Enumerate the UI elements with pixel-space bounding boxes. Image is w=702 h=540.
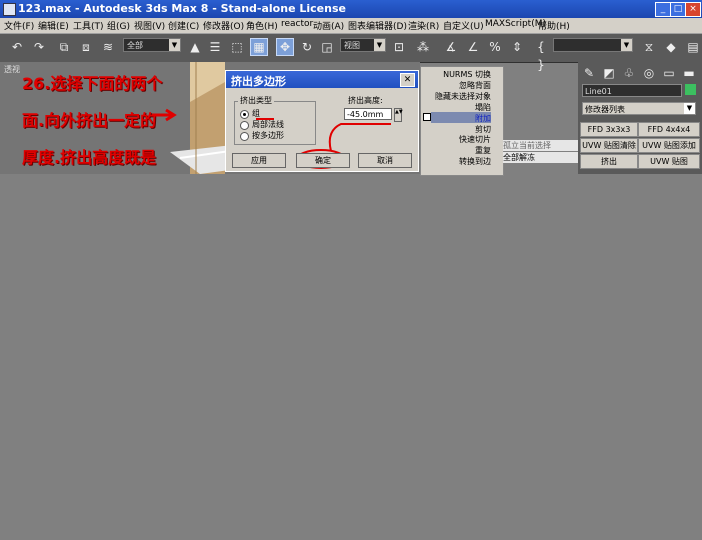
menu-edit[interactable]: 编辑(E) — [38, 19, 69, 32]
menu-animation[interactable]: 动画(A) — [313, 19, 344, 32]
modifier-list-dropdown[interactable]: 修改器列表 ▼ — [582, 102, 696, 115]
maximize-button[interactable]: □ — [670, 2, 686, 17]
ffd-4x4x4-button[interactable]: FFD 4x4x4 — [638, 122, 700, 137]
menu-help[interactable]: 帮助(H) — [538, 19, 570, 32]
menu-graph-editors[interactable]: 图表编辑器(D) — [348, 19, 407, 32]
unfreeze-all-button[interactable]: 全部解冻 — [503, 152, 578, 163]
modifier-list-value: 修改器列表 — [585, 105, 625, 114]
uvw-map-clear-button[interactable]: UVW 贴图清除 — [580, 138, 638, 153]
window-crossing-icon[interactable]: ▦ — [250, 38, 268, 56]
snap-toggle-icon[interactable]: ∡ — [442, 38, 460, 56]
title-bar: 123.max - Autodesk 3ds Max 8 - Stand-alo… — [0, 0, 702, 18]
isolate-selection-button[interactable]: 孤立当前选择 — [503, 140, 578, 151]
menu-character[interactable]: 角色(H) — [246, 19, 278, 32]
ignore-backfacing-checkbox[interactable]: 忽略背面 — [459, 80, 491, 91]
tutorial-text-line-1: 26.选择下面的两个 — [22, 74, 163, 93]
modify-tab-icon[interactable]: ◩ — [600, 64, 618, 82]
extrude-button[interactable]: 挤出 — [580, 154, 638, 169]
hierarchy-tab-icon[interactable]: ♧ — [620, 64, 638, 82]
menu-customize[interactable]: 自定义(U) — [443, 19, 484, 32]
menu-file[interactable]: 文件(F) — [4, 19, 34, 32]
selection-filter-value: 全部 — [127, 41, 143, 50]
repeat-button[interactable]: 重复 — [475, 145, 491, 156]
ref-coord-dropdown[interactable]: 视图 ▼ — [340, 38, 386, 52]
ok-button[interactable]: 确定 — [296, 153, 350, 168]
attach-button[interactable]: 附加 — [475, 113, 491, 124]
percent-snap-icon[interactable]: % — [486, 38, 504, 56]
quickslice-button[interactable]: 快速切片 — [459, 134, 491, 145]
spinner-snap-icon[interactable]: ⇕ — [508, 38, 526, 56]
unlink-icon[interactable]: ⧈ — [77, 38, 95, 56]
window-title: 123.max - Autodesk 3ds Max 8 - Stand-alo… — [18, 2, 346, 15]
utilities-tab-icon[interactable]: ▬ — [680, 64, 698, 82]
align-icon[interactable]: ◆ — [662, 38, 680, 56]
select-manipulate-icon[interactable]: ⁂ — [414, 38, 432, 56]
selection-filter-dropdown[interactable]: 全部 ▼ — [123, 38, 181, 52]
app-icon[interactable] — [3, 3, 16, 16]
redo-icon[interactable]: ↷ — [30, 38, 48, 56]
object-name-field[interactable]: Line01 — [582, 84, 682, 97]
undo-icon[interactable]: ↶ — [8, 38, 26, 56]
menu-rendering[interactable]: 渲染(R) — [408, 19, 439, 32]
extrude-polygons-dialog: 挤出多边形 ✕ 挤出类型 组 局部法线 按多边形 挤出高度: -45.0mm ▲… — [225, 70, 419, 172]
convert-to-edge-button[interactable]: 转换到边 — [459, 156, 491, 167]
arrow-icon — [152, 108, 177, 122]
nurms-toggle-button[interactable]: NURMS 切换 — [443, 69, 491, 80]
menu-reactor[interactable]: reactor — [281, 19, 313, 29]
cancel-button[interactable]: 取消 — [358, 153, 412, 168]
edit-geometry-rollout: NURMS 切换 忽略背面 隐藏未选择对象 塌陷 附加 剪切 快速切片 重复 转… — [420, 66, 504, 176]
mirror-icon[interactable]: ⧖ — [640, 38, 658, 56]
chevron-down-icon: ▼ — [169, 39, 180, 51]
layer-manager-icon[interactable]: ▤ — [684, 38, 702, 56]
menu-create[interactable]: 创建(C) — [168, 19, 199, 32]
ffd-3x3x3-button[interactable]: FFD 3x3x3 — [580, 122, 638, 137]
motion-tab-icon[interactable]: ◎ — [640, 64, 658, 82]
menu-views[interactable]: 视图(V) — [134, 19, 165, 32]
tutorial-text-line-2: 面.向外挤出一定的 — [22, 111, 157, 130]
uvw-map-button[interactable]: UVW 贴图 — [638, 154, 700, 169]
select-object-icon[interactable]: ▲ — [186, 38, 204, 56]
menu-modifiers[interactable]: 修改器(O) — [203, 19, 244, 32]
move-icon[interactable]: ✥ — [276, 38, 294, 56]
uvw-map-add-button[interactable]: UVW 贴图添加 — [638, 138, 700, 153]
menu-tools[interactable]: 工具(T) — [73, 19, 104, 32]
hide-unselected-button[interactable]: 隐藏未选择对象 — [435, 91, 491, 102]
settings-box-icon[interactable] — [423, 113, 431, 121]
menu-maxscript[interactable]: MAXScript(M) — [485, 19, 546, 29]
close-button[interactable]: × — [685, 2, 701, 17]
object-color-swatch[interactable] — [685, 84, 696, 95]
menu-group[interactable]: 组(G) — [107, 19, 130, 32]
bind-space-warp-icon[interactable]: ≋ — [99, 38, 117, 56]
menu-bar: 文件(F) 编辑(E) 工具(T) 组(G) 视图(V) 创建(C) 修改器(O… — [0, 18, 702, 34]
link-icon[interactable]: ⧉ — [55, 38, 73, 56]
main-toolbar: ↶ ↷ ⧉ ⧈ ≋ 全部 ▼ ▲ ☰ ⬚ ▦ ✥ ↻ ◲ 视图 ▼ ⊡ ⁂ ∡ ∠ … — [0, 34, 702, 72]
minimize-button[interactable]: _ — [655, 2, 671, 17]
command-panel: ✎ ◩ ♧ ◎ ▭ ▬ Line01 修改器列表 ▼ FFD 3x3x3 FFD … — [578, 62, 702, 174]
angle-snap-icon[interactable]: ∠ — [464, 38, 482, 56]
pivot-center-icon[interactable]: ⊡ — [390, 38, 408, 56]
display-tab-icon[interactable]: ▭ — [660, 64, 678, 82]
chevron-down-icon: ▼ — [684, 103, 695, 114]
named-selection-icon[interactable]: { } — [532, 38, 550, 72]
apply-button[interactable]: 应用 — [232, 153, 286, 168]
scale-icon[interactable]: ◲ — [318, 38, 336, 56]
create-tab-icon[interactable]: ✎ — [580, 64, 598, 82]
ref-coord-value: 视图 — [344, 41, 360, 50]
rotate-icon[interactable]: ↻ — [298, 38, 316, 56]
tutorial-text-line-3: 厚度.挤出高度既是 — [22, 148, 157, 167]
select-by-name-icon[interactable]: ☰ — [206, 38, 224, 56]
named-selection-dropdown[interactable]: ▼ — [553, 38, 633, 52]
rectangular-selection-icon[interactable]: ⬚ — [228, 38, 246, 56]
chevron-down-icon: ▼ — [621, 39, 632, 51]
chevron-down-icon: ▼ — [374, 39, 385, 51]
